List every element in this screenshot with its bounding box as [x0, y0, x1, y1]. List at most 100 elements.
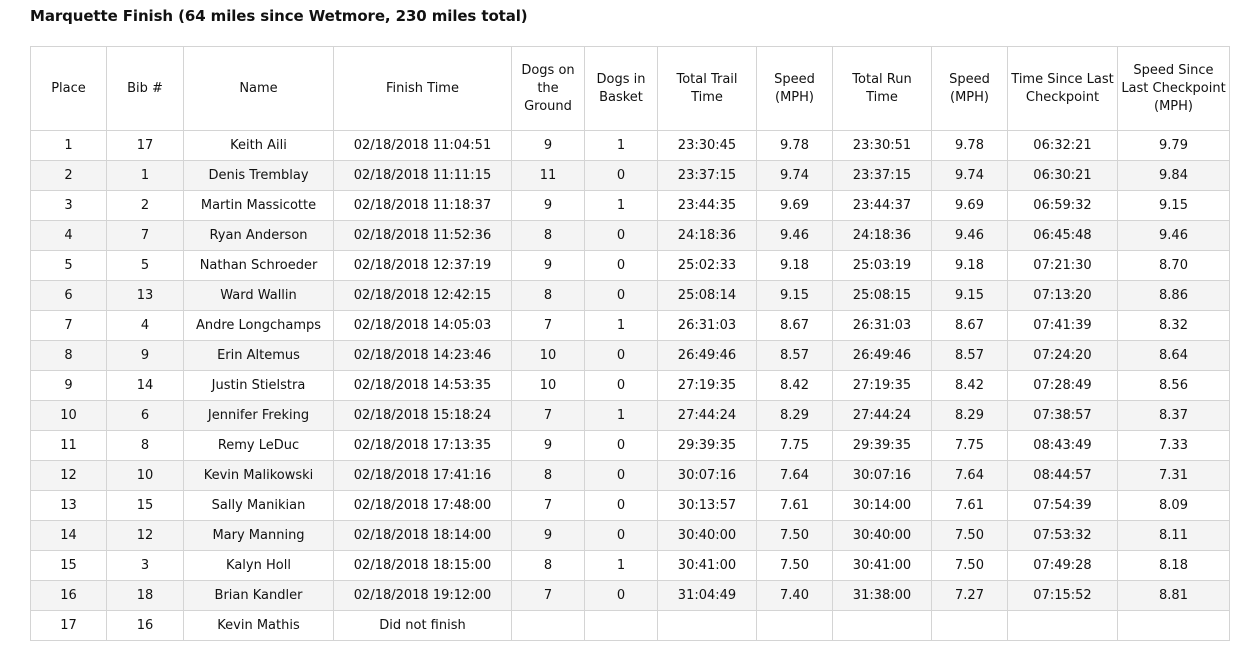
cell-run-speed: 7.64	[931, 460, 1008, 491]
cell-run-speed: 9.46	[931, 220, 1008, 251]
cell-trail-speed: 9.15	[756, 280, 833, 311]
cell-time-since-last-checkpoint: 07:49:28	[1007, 550, 1118, 581]
cell-speed-since-last-checkpoint: 8.70	[1117, 250, 1230, 281]
cell-dogs-in-basket: 0	[584, 370, 658, 401]
cell-run-speed: 7.50	[931, 550, 1008, 581]
cell-dogs-on-ground: 10	[511, 370, 585, 401]
cell-finish-time: 02/18/2018 14:05:03	[333, 310, 512, 341]
column-header-finish-time: Finish Time	[333, 46, 512, 131]
cell-run-speed: 8.57	[931, 340, 1008, 371]
cell-name: Sally Manikian	[183, 490, 334, 521]
cell-bib-number: 15	[106, 490, 184, 521]
cell-name: Ryan Anderson	[183, 220, 334, 251]
cell-name: Kevin Malikowski	[183, 460, 334, 491]
cell-place: 14	[30, 520, 107, 551]
cell-trail-speed: 9.78	[756, 130, 833, 161]
cell-total-run-time: 30:14:00	[832, 490, 932, 521]
cell-speed-since-last-checkpoint: 8.11	[1117, 520, 1230, 551]
cell-dogs-on-ground: 9	[511, 190, 585, 221]
cell-dogs-in-basket: 0	[584, 490, 658, 521]
cell-total-trail-time: 27:19:35	[657, 370, 757, 401]
cell-trail-speed: 7.50	[756, 520, 833, 551]
cell-finish-time: 02/18/2018 18:14:00	[333, 520, 512, 551]
cell-dogs-on-ground: 9	[511, 430, 585, 461]
cell-total-trail-time: 24:18:36	[657, 220, 757, 251]
cell-bib-number: 2	[106, 190, 184, 221]
table-row: 8 9 Erin Altemus 02/18/2018 14:23:46 10 0 26:4…	[30, 340, 1230, 371]
column-header-speed-since-last-checkpoint: Speed Since Last Checkpoint (MPH)	[1117, 46, 1230, 131]
cell-total-trail-time: 25:08:14	[657, 280, 757, 311]
cell-time-since-last-checkpoint: 06:30:21	[1007, 160, 1118, 191]
cell-bib-number: 10	[106, 460, 184, 491]
column-header-total-run-time: Total Run Time	[832, 46, 932, 131]
column-header-total-trail-time: Total Trail Time	[657, 46, 757, 131]
table-row: 3 2 Martin Massicotte 02/18/2018 11:18:37 9 1…	[30, 190, 1230, 221]
cell-name: Denis Tremblay	[183, 160, 334, 191]
cell-finish-time: 02/18/2018 11:11:15	[333, 160, 512, 191]
cell-bib-number: 8	[106, 430, 184, 461]
cell-total-run-time: 25:03:19	[832, 250, 932, 281]
cell-trail-speed: 8.57	[756, 340, 833, 371]
cell-dogs-in-basket: 1	[584, 400, 658, 431]
table-row: 6 13 Ward Wallin 02/18/2018 12:42:15 8 0 25:08…	[30, 280, 1230, 311]
cell-finish-time: 02/18/2018 18:15:00	[333, 550, 512, 581]
cell-name: Nathan Schroeder	[183, 250, 334, 281]
cell-run-speed: 7.27	[931, 580, 1008, 611]
cell-speed-since-last-checkpoint: 9.15	[1117, 190, 1230, 221]
cell-bib-number: 14	[106, 370, 184, 401]
cell-total-run-time	[832, 610, 932, 641]
cell-dogs-on-ground: 7	[511, 580, 585, 611]
cell-speed-since-last-checkpoint: 8.18	[1117, 550, 1230, 581]
cell-run-speed: 9.74	[931, 160, 1008, 191]
table-row: 10 6 Jennifer Freking 02/18/2018 15:18:24 7 1…	[30, 400, 1230, 431]
cell-dogs-in-basket: 0	[584, 250, 658, 281]
table-row: 12 10 Kevin Malikowski 02/18/2018 17:41:16 8…	[30, 460, 1230, 491]
cell-finish-time: Did not finish	[333, 610, 512, 641]
cell-finish-time: 02/18/2018 17:48:00	[333, 490, 512, 521]
cell-total-run-time: 23:30:51	[832, 130, 932, 161]
cell-run-speed	[931, 610, 1008, 641]
cell-total-run-time: 27:19:35	[832, 370, 932, 401]
cell-dogs-on-ground: 11	[511, 160, 585, 191]
cell-run-speed: 7.75	[931, 430, 1008, 461]
cell-trail-speed: 9.74	[756, 160, 833, 191]
cell-place: 16	[30, 580, 107, 611]
cell-run-speed: 9.78	[931, 130, 1008, 161]
cell-speed-since-last-checkpoint: 8.81	[1117, 580, 1230, 611]
cell-trail-speed: 8.29	[756, 400, 833, 431]
cell-total-trail-time: 25:02:33	[657, 250, 757, 281]
cell-total-run-time: 26:31:03	[832, 310, 932, 341]
cell-place: 8	[30, 340, 107, 371]
cell-bib-number: 12	[106, 520, 184, 551]
cell-dogs-in-basket: 1	[584, 130, 658, 161]
cell-bib-number: 7	[106, 220, 184, 251]
table-row: 15 3 Kalyn Holl 02/18/2018 18:15:00 8 1 30:41:…	[30, 550, 1230, 581]
table-header: Place Bib # Name Finish Time Dogs on the Gro…	[30, 46, 1230, 131]
cell-dogs-in-basket	[584, 610, 658, 641]
cell-bib-number: 13	[106, 280, 184, 311]
page-title: Marquette Finish (64 miles since Wetmore…	[30, 7, 528, 25]
cell-finish-time: 02/18/2018 19:12:00	[333, 580, 512, 611]
cell-place: 15	[30, 550, 107, 581]
cell-place: 2	[30, 160, 107, 191]
cell-total-run-time: 23:44:37	[832, 190, 932, 221]
cell-finish-time: 02/18/2018 12:37:19	[333, 250, 512, 281]
cell-place: 3	[30, 190, 107, 221]
cell-time-since-last-checkpoint: 07:38:57	[1007, 400, 1118, 431]
cell-speed-since-last-checkpoint: 8.56	[1117, 370, 1230, 401]
cell-time-since-last-checkpoint: 06:59:32	[1007, 190, 1118, 221]
cell-bib-number: 4	[106, 310, 184, 341]
table-body: 1 17 Keith Aili 02/18/2018 11:04:51 9 1 23:30:…	[30, 130, 1230, 641]
cell-trail-speed: 7.64	[756, 460, 833, 491]
cell-total-run-time: 26:49:46	[832, 340, 932, 371]
cell-dogs-on-ground: 8	[511, 550, 585, 581]
cell-bib-number: 16	[106, 610, 184, 641]
table-row: 13 15 Sally Manikian 02/18/2018 17:48:00 7 0 3…	[30, 490, 1230, 521]
cell-finish-time: 02/18/2018 11:52:36	[333, 220, 512, 251]
cell-trail-speed: 9.46	[756, 220, 833, 251]
cell-name: Martin Massicotte	[183, 190, 334, 221]
cell-name: Brian Kandler	[183, 580, 334, 611]
cell-name: Kevin Mathis	[183, 610, 334, 641]
table-row: 11 8 Remy LeDuc 02/18/2018 17:13:35 9 0 29:39:…	[30, 430, 1230, 461]
table-row: 16 18 Brian Kandler 02/18/2018 19:12:00 7 0 31…	[30, 580, 1230, 611]
